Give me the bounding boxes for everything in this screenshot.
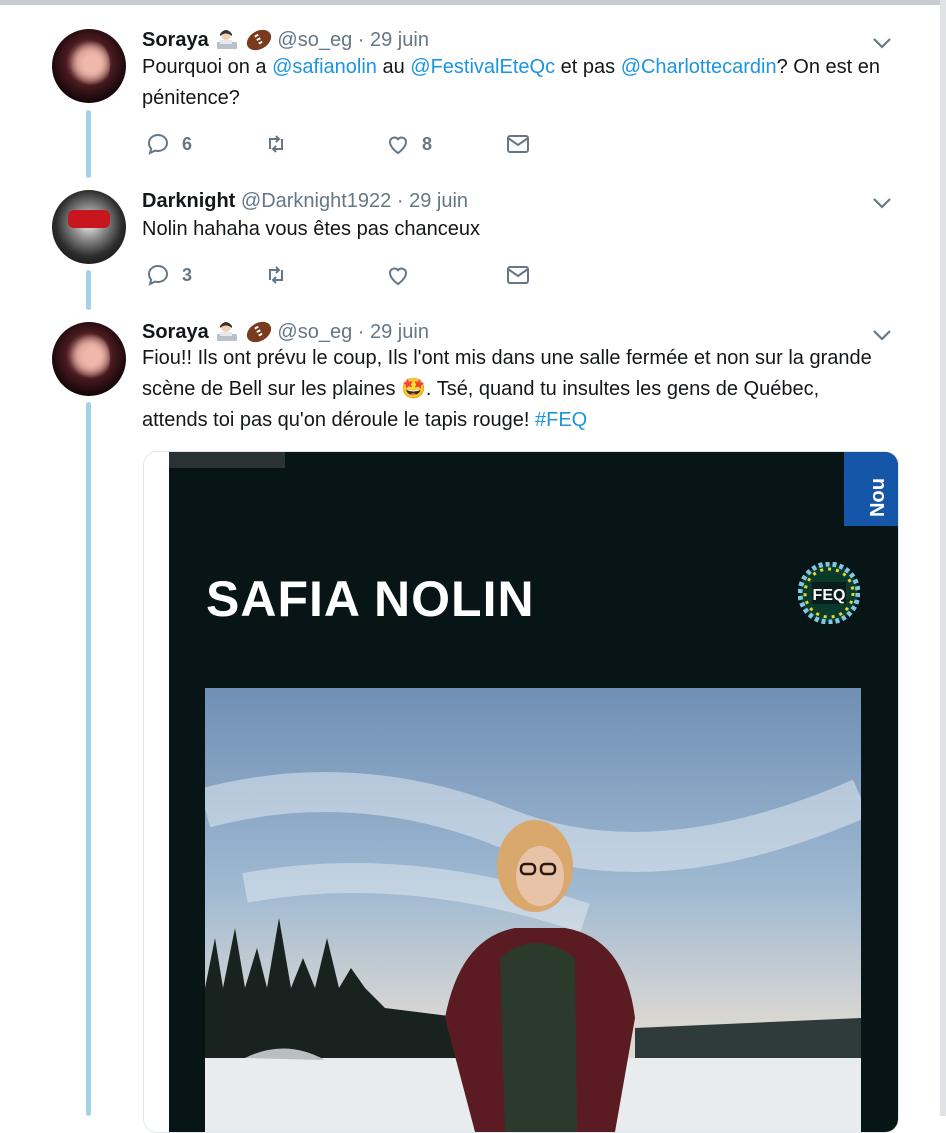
chevron-down-icon[interactable]	[872, 36, 892, 50]
thread-line	[86, 402, 91, 1116]
technologist-emoji-icon	[214, 28, 240, 50]
avatar[interactable]	[52, 322, 126, 396]
tweet-text: Pourquoi on a @safianolin au @FestivalEt…	[142, 52, 882, 114]
reply-button[interactable]: 6	[146, 130, 192, 158]
feq-logo-text: FEQ	[813, 587, 846, 604]
mention-link[interactable]: #FEQ	[535, 409, 587, 431]
tweet-text: Fiou!! Ils ont prévu le coup, Ils l'ont …	[142, 343, 882, 436]
user-name[interactable]: Darknight	[142, 190, 235, 212]
user-handle[interactable]: @Darknight1922	[241, 190, 391, 212]
tweet-text-segment: et pas	[555, 56, 621, 78]
direct-message-button[interactable]	[506, 130, 530, 158]
tweet-date[interactable]: 29 juin	[409, 190, 468, 212]
user-handle[interactable]: @so_eg	[277, 29, 352, 51]
tweet-text-segment: au	[376, 56, 411, 78]
tweet-text-segment: Fiou!! Ils ont prévu le coup, Ils l'ont …	[142, 347, 872, 431]
poster-photo	[205, 688, 861, 1132]
football-icon	[243, 25, 275, 55]
reply-button[interactable]: 3	[146, 261, 192, 289]
user-handle[interactable]: @so_eg	[277, 321, 352, 343]
like-button[interactable]	[386, 261, 422, 289]
ring-graphic	[68, 210, 110, 228]
scrollbar-track[interactable]	[940, 0, 946, 1116]
like-button[interactable]: 8	[386, 130, 432, 158]
tweet-actions: 3	[142, 261, 562, 289]
tweet-header: Soraya @so_eg · 29 juin	[142, 25, 429, 55]
tweet-text-segment: Pourquoi on a	[142, 56, 273, 78]
poster-tab: Nou	[844, 452, 898, 526]
like-count: 8	[422, 133, 433, 154]
poster-strip	[169, 452, 285, 468]
mention-link[interactable]: @FestivalEteQc	[410, 56, 555, 78]
technologist-emoji-icon	[214, 320, 240, 342]
football-icon	[243, 317, 275, 347]
envelope-icon	[507, 135, 529, 153]
poster-tab-label: Nou	[866, 478, 889, 517]
retweet-button[interactable]	[264, 261, 300, 289]
mention-link[interactable]: @Charlottecardin	[621, 56, 777, 78]
direct-message-button[interactable]	[506, 261, 530, 289]
tweet-date[interactable]: 29 juin	[370, 29, 429, 51]
tweet-header: Soraya @so_eg · 29 juin	[142, 317, 429, 347]
heart-icon	[388, 267, 408, 286]
reply-icon	[147, 264, 169, 286]
reply-icon	[147, 133, 169, 155]
avatar[interactable]	[52, 190, 126, 264]
thread-line	[86, 110, 91, 178]
envelope-icon	[507, 266, 529, 284]
user-name[interactable]: Soraya	[142, 29, 209, 51]
heart-icon	[388, 136, 408, 155]
tweet-date[interactable]: 29 juin	[370, 321, 429, 343]
chevron-down-icon[interactable]	[872, 328, 892, 342]
media-card[interactable]: Nou SAFIA NOLIN FEQ	[143, 451, 899, 1133]
avatar[interactable]	[52, 29, 126, 103]
reply-count: 3	[182, 264, 193, 285]
chevron-down-icon[interactable]	[872, 196, 892, 210]
separator: ·	[357, 29, 365, 51]
mention-link[interactable]: @safianolin	[272, 56, 377, 78]
window-top-border	[0, 0, 946, 5]
thread-line	[86, 270, 91, 310]
tweet-text-segment: Nolin hahaha vous êtes pas chanceux	[142, 218, 481, 240]
poster-title: SAFIA NOLIN	[206, 571, 535, 627]
tweet-text: Nolin hahaha vous êtes pas chanceux	[142, 214, 882, 245]
user-name[interactable]: Soraya	[142, 321, 209, 343]
separator: ·	[357, 321, 365, 343]
tweet-actions: 6 8	[142, 130, 562, 158]
separator: ·	[396, 190, 404, 212]
reply-count: 6	[182, 133, 193, 154]
retweet-icon	[269, 266, 283, 284]
tweet-header: Darknight @Darknight1922 · 29 juin	[142, 190, 468, 213]
retweet-button[interactable]	[264, 130, 300, 158]
retweet-icon	[269, 135, 283, 153]
feq-logo: FEQ	[798, 562, 860, 624]
